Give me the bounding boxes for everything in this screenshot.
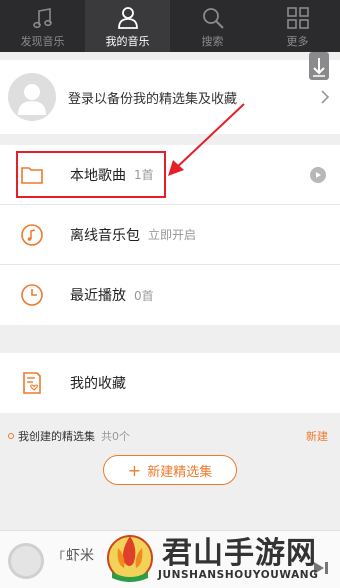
tab-search[interactable]: 搜索	[170, 0, 255, 52]
tab-label: 我的音乐	[105, 35, 150, 48]
favorites-list: 我的收藏	[0, 353, 340, 413]
watermark-title: 君山手游网	[162, 536, 317, 571]
recent-played-row[interactable]: 最近播放 0首	[0, 265, 340, 325]
recent-played-count: 0首	[134, 288, 154, 303]
play-icon[interactable]	[310, 167, 326, 183]
created-selections-header: 我创建的精选集 共0个 新建	[0, 424, 340, 448]
created-selections-title: 我创建的精选集	[18, 430, 95, 443]
favorites-title: 我的收藏	[70, 376, 126, 392]
new-selection-link[interactable]: 新建	[306, 428, 328, 444]
quote-mark: 「	[52, 551, 66, 566]
offline-music-status[interactable]: 立即开启	[148, 226, 196, 243]
bullet-icon	[8, 433, 14, 439]
new-selection-button[interactable]: + 新建精选集	[103, 455, 237, 485]
offline-music-row[interactable]: 离线音乐包 立即开启	[0, 205, 340, 265]
created-selections-count: 共0个	[101, 430, 130, 443]
pull-down-handle-icon[interactable]	[306, 52, 332, 86]
grid-icon	[286, 7, 309, 29]
tab-more[interactable]: 更多	[255, 0, 340, 52]
tab-label: 发现音乐	[20, 35, 65, 48]
tab-label: 更多	[286, 35, 309, 48]
avatar-person-icon	[18, 84, 46, 115]
tab-my-music[interactable]: 我的音乐	[85, 0, 170, 52]
music-disc-icon	[18, 221, 46, 249]
person-icon	[117, 7, 138, 29]
offline-music-title: 离线音乐包	[70, 227, 140, 244]
recent-played-title: 最近播放	[70, 288, 126, 304]
top-tab-bar: 发现音乐 我的音乐 搜索 更多	[0, 0, 340, 52]
annotation-arrow-icon	[168, 103, 245, 176]
search-icon	[202, 8, 224, 29]
music-note-icon	[32, 8, 52, 29]
watermark-subtitle: JUNSHANSHOUYOUWANG	[158, 569, 319, 581]
chevron-right-icon	[321, 90, 330, 104]
tab-discover-music[interactable]: 发现音乐	[0, 0, 85, 52]
favorites-row[interactable]: 我的收藏	[0, 353, 340, 413]
player-track-text: 虾米	[66, 548, 94, 564]
highlight-box	[16, 151, 166, 198]
avatar	[8, 73, 56, 121]
new-selection-button-label: 新建精选集	[147, 464, 213, 480]
watermark-logo-icon	[107, 535, 153, 582]
plus-icon: +	[127, 460, 142, 480]
clock-icon	[18, 281, 46, 309]
album-disc-icon	[8, 543, 44, 579]
tab-label: 搜索	[201, 35, 224, 48]
favorite-doc-icon	[18, 369, 46, 397]
